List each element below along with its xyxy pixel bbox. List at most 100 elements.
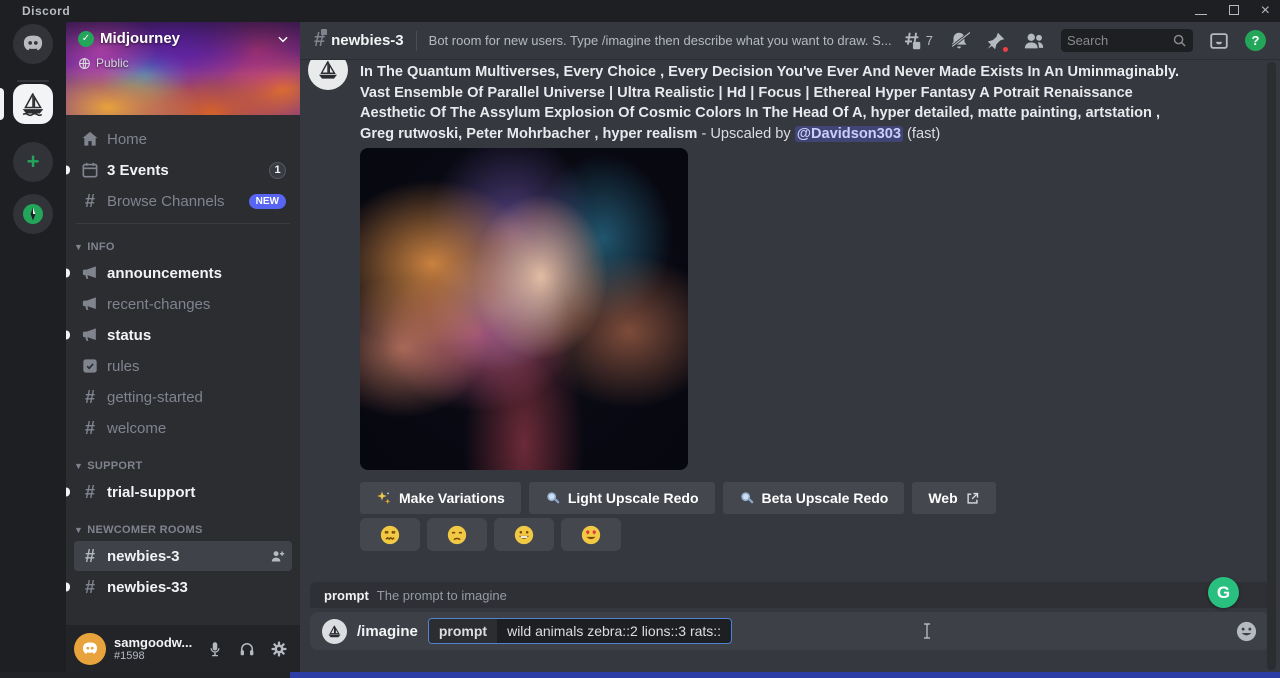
search-input[interactable] — [1067, 33, 1168, 48]
server-name: Midjourney — [100, 30, 270, 47]
reaction-confounded[interactable] — [360, 518, 420, 551]
user-discriminator: #1598 — [114, 650, 192, 663]
sidebar-channel-welcome[interactable]: # welcome — [74, 413, 292, 443]
inbox-icon — [1208, 30, 1230, 52]
pin-notification-dot — [1001, 45, 1010, 54]
invite-person-icon[interactable] — [269, 548, 286, 565]
chevron-down-icon: ▼ — [74, 242, 83, 252]
sidebar-item-browse-channels[interactable]: # Browse Channels NEW — [74, 186, 292, 216]
prompt-option-pill[interactable]: prompt wild animals zebra::2 lions::3 ra… — [428, 618, 732, 644]
unread-pill — [66, 166, 70, 175]
sidebar-channel-status[interactable]: status — [74, 320, 292, 350]
hashtag-icon: # — [80, 388, 100, 406]
discord-wordmark: Discord — [22, 4, 70, 18]
upscaled-image[interactable] — [360, 148, 688, 470]
midjourney-server-button[interactable] — [13, 84, 53, 124]
user-info[interactable]: samgoodw... #1598 — [114, 635, 192, 663]
sidebar-channel-newbies-33[interactable]: # newbies-33 — [74, 572, 292, 602]
help-button[interactable]: ? — [1245, 30, 1266, 51]
server-banner[interactable]: ✓ Midjourney Public — [66, 22, 300, 115]
sailboat-icon — [315, 57, 341, 83]
plus-icon: + — [27, 152, 40, 172]
notifications-muted-button[interactable] — [948, 30, 970, 52]
reaction-disappointed[interactable] — [427, 518, 487, 551]
reaction-grinning[interactable] — [494, 518, 554, 551]
explore-servers-button[interactable] — [13, 194, 53, 234]
user-settings-button[interactable] — [266, 636, 292, 662]
threads-button[interactable]: 7 — [901, 30, 933, 52]
imagine-bot-avatar — [322, 619, 347, 644]
discord-logo-icon — [20, 31, 46, 57]
chevron-down-icon — [276, 32, 290, 46]
reaction-heart-eyes[interactable] — [561, 518, 621, 551]
pill-value[interactable]: wild animals zebra::2 lions::3 rats:: — [497, 623, 731, 639]
server-header[interactable]: ✓ Midjourney — [78, 30, 290, 47]
sidebar-channel-trial-support[interactable]: # trial-support — [74, 477, 292, 507]
add-server-button[interactable]: + — [13, 142, 53, 182]
chat-scrollbar[interactable] — [1267, 62, 1276, 670]
hashtag-icon: # — [80, 419, 100, 437]
unread-pill — [66, 269, 70, 278]
external-link-icon — [965, 491, 980, 506]
bottom-edge-blue — [290, 672, 1280, 678]
microphone-icon — [206, 640, 224, 658]
web-button[interactable]: Web — [912, 482, 995, 514]
message-input[interactable]: /imagine prompt wild animals zebra::2 li… — [310, 612, 1270, 650]
megaphone-icon — [80, 263, 100, 283]
sidebar-item-home[interactable]: Home — [74, 124, 292, 154]
magnifier-icon — [739, 490, 755, 506]
sidebar-channel-getting-started[interactable]: # getting-started — [74, 382, 292, 412]
inbox-button[interactable] — [1208, 30, 1230, 52]
category-info[interactable]: ▼ INFO — [74, 238, 292, 256]
unread-pill — [66, 488, 70, 497]
sidebar-channel-newbies-3[interactable]: # newbies-3 — [74, 541, 292, 571]
house-icon — [80, 129, 100, 149]
pinned-messages-button[interactable] — [985, 30, 1007, 52]
close-button[interactable]: × — [1261, 3, 1270, 19]
message-actions: Make Variations Light Upscale Redo Beta … — [360, 482, 996, 514]
discord-window: Discord × — [0, 0, 1280, 678]
channel-list: Home 3 Events 1 # Browse Channels NEW ▼ … — [66, 115, 300, 625]
search-icon — [1172, 33, 1187, 48]
search-box[interactable] — [1061, 29, 1193, 52]
hashtag-icon: # — [80, 483, 100, 501]
sailboat-icon — [19, 90, 47, 118]
username: samgoodw... — [114, 635, 192, 650]
channel-hash-lock-icon: # — [314, 31, 325, 51]
sidebar-channel-announcements[interactable]: announcements — [74, 258, 292, 288]
header-divider — [416, 31, 417, 51]
sidebar-channel-recent-changes[interactable]: recent-changes — [74, 289, 292, 319]
user-avatar[interactable] — [74, 633, 106, 665]
category-newcomer-rooms[interactable]: ▼ NEWCOMER ROOMS — [74, 521, 292, 539]
selected-server-pill — [0, 88, 4, 120]
server-visibility-label: Public — [96, 56, 129, 70]
member-list-button[interactable] — [1022, 30, 1046, 52]
compass-icon — [21, 202, 45, 226]
disappointed-face-emoji — [446, 524, 468, 546]
server-rail: + — [0, 22, 66, 672]
channel-name: newbies-3 — [331, 32, 404, 49]
make-variations-button[interactable]: Make Variations — [360, 482, 521, 514]
maximize-button[interactable] — [1229, 2, 1239, 20]
pill-label: prompt — [429, 619, 497, 643]
bottom-edge-left — [0, 672, 290, 678]
rail-separator — [17, 80, 49, 82]
magnifier-icon — [545, 490, 561, 506]
light-upscale-redo-button[interactable]: Light Upscale Redo — [529, 482, 715, 514]
sidebar-item-events[interactable]: 3 Events 1 — [74, 155, 292, 185]
deafen-button[interactable] — [234, 636, 260, 662]
beta-upscale-redo-button[interactable]: Beta Upscale Redo — [723, 482, 905, 514]
channel-sidebar: ✓ Midjourney Public Home 3 Events — [66, 22, 300, 672]
slash-option-bar[interactable]: prompt The prompt to imagine — [310, 582, 1270, 608]
mute-mic-button[interactable] — [202, 636, 228, 662]
grammarly-icon[interactable]: G — [1208, 577, 1239, 608]
sidebar-channel-rules[interactable]: rules — [74, 351, 292, 381]
user-mention[interactable]: @Davidson303 — [795, 126, 903, 142]
category-support[interactable]: ▼ SUPPORT — [74, 457, 292, 475]
emoji-picker-button[interactable] — [1235, 620, 1258, 643]
title-bar: Discord × — [0, 0, 1280, 22]
channel-topic[interactable]: Bot room for new users. Type /imagine th… — [429, 33, 892, 48]
discord-home-button[interactable] — [13, 24, 53, 64]
upscaled-by-text: - Upscaled by — [697, 126, 794, 142]
minimize-button[interactable] — [1195, 2, 1207, 20]
